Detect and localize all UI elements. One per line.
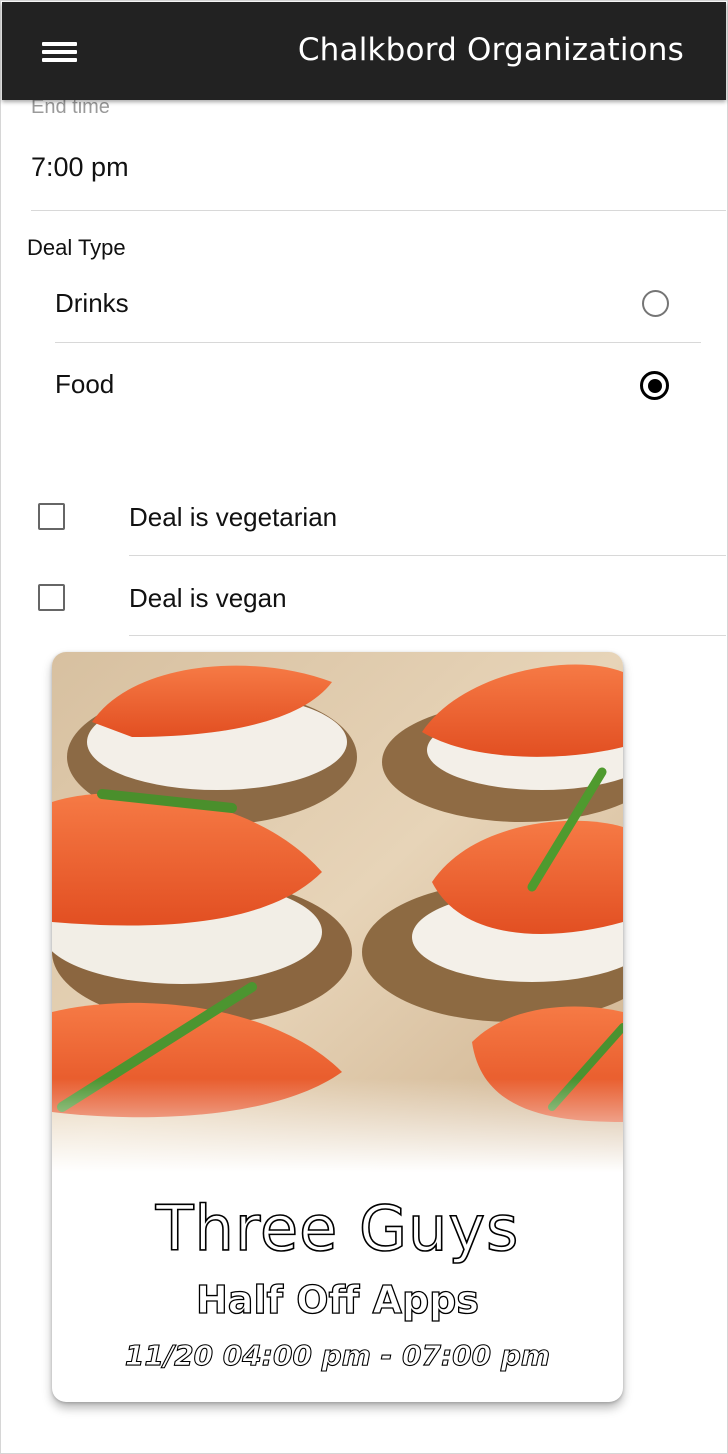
checkbox-label: Deal is vegetarian [129,502,338,532]
end-time-divider [31,210,726,211]
smoked-salmon-canape-photo [52,652,623,1172]
radio-divider [55,342,701,343]
radio-option-label: Drinks [55,288,129,318]
radio-unchecked-icon[interactable] [642,290,669,317]
deal-type-label: Deal Type [27,235,126,260]
checkbox-divider [129,555,726,556]
checkbox-icon[interactable] [38,584,65,611]
hamburger-menu-icon[interactable] [42,40,77,64]
deal-time-range: 11/20 04:00 pm - 07:00 pm [124,1338,551,1372]
top-app-bar: Chalkbord Organizations [2,2,726,100]
business-name: Three Guys [155,1191,520,1266]
deal-name: Half Off Apps [195,1277,479,1322]
checkbox-icon[interactable] [38,503,65,530]
end-time-field[interactable]: 7:00 pm [31,152,129,183]
checkbox-divider [129,635,726,636]
radio-checked-icon[interactable] [640,371,669,400]
radio-option-food[interactable]: Food [55,357,701,417]
checkbox-label: Deal is vegan [129,583,287,613]
radio-option-drinks[interactable]: Drinks [55,276,701,336]
radio-option-label: Food [55,369,115,399]
checkbox-row-vegan[interactable]: Deal is vegan [0,569,726,629]
checkbox-row-vegetarian[interactable]: Deal is vegetarian [0,488,726,548]
app-title: Chalkbord Organizations [297,32,684,68]
